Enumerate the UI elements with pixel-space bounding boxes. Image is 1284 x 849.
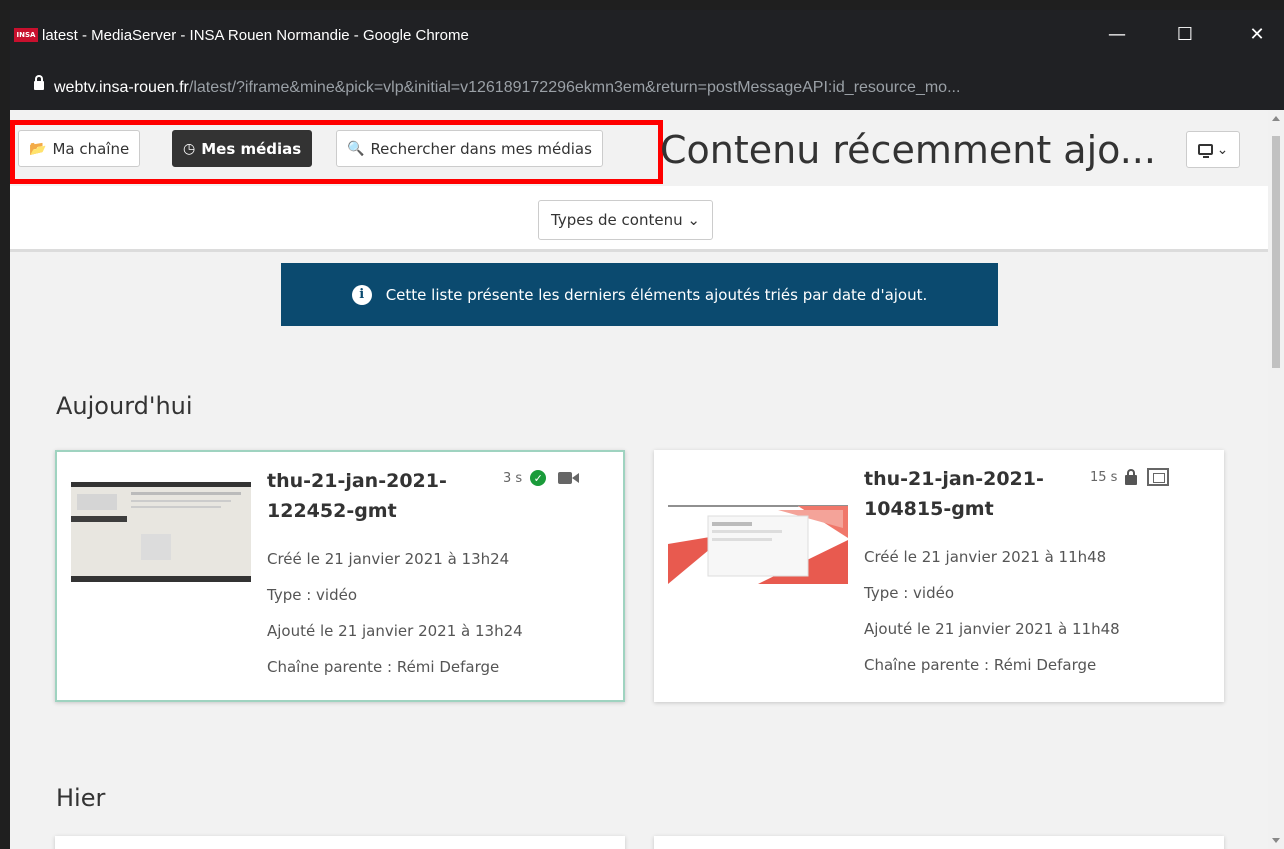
parent-channel: Chaîne parente : Rémi Defarge [267, 658, 500, 676]
duration-label: 3 s [503, 470, 523, 486]
browser-window: INSA latest - MediaServer - INSA Rouen N… [10, 10, 1284, 849]
page-content: 📂 Ma chaîne ◷ Mes médias 🔍 Rechercher da… [10, 110, 1268, 849]
insa-favicon: INSA [14, 28, 38, 42]
chevron-down-icon: ⌄ [1216, 141, 1229, 158]
added-date: Ajouté le 21 janvier 2021 à 11h48 [864, 620, 1120, 638]
maximize-button[interactable]: ☐ [1170, 22, 1200, 48]
display-mode-button[interactable]: ⌄ [1186, 131, 1240, 168]
media-badges: 3 s ✓ [503, 470, 580, 486]
lock-icon [34, 75, 44, 90]
video-camera-icon [558, 472, 580, 484]
close-button[interactable]: ✕ [1242, 22, 1272, 48]
url-path: /latest/?iframe&mine&pick=vlp&initial=v1… [188, 79, 961, 96]
media-title[interactable]: thu-21-jan-2021-122452-gmt [267, 466, 487, 526]
created-date: Créé le 21 janvier 2021 à 13h24 [267, 550, 510, 568]
media-card[interactable]: thu-21-jan-2021-122452-gmt 3 s ✓ Créé le… [55, 450, 625, 702]
video-thumbnail [71, 478, 251, 586]
address-bar[interactable]: webtv.insa-rouen.fr/latest/?iframe&mine&… [10, 70, 1284, 110]
filter-bar: Types de contenu ⌄ [10, 186, 1268, 252]
media-badges: 15 s [1090, 468, 1170, 486]
content-types-dropdown[interactable]: Types de contenu ⌄ [538, 200, 713, 240]
media-card[interactable] [654, 836, 1224, 849]
created-date: Créé le 21 janvier 2021 à 11h48 [864, 548, 1107, 566]
video-thumbnail [668, 476, 848, 584]
media-type: Type : vidéo [864, 584, 955, 602]
media-type: Type : vidéo [267, 586, 358, 604]
info-banner: i Cette liste présente les derniers élém… [281, 263, 998, 326]
scroll-down-arrow-icon[interactable] [1272, 838, 1280, 843]
media-title[interactable]: thu-21-jan-2021-104815-gmt [864, 464, 1084, 524]
scroll-up-arrow-icon[interactable] [1272, 116, 1280, 121]
monitor-icon [1197, 144, 1213, 158]
window-title: latest - MediaServer - INSA Rouen Norman… [42, 27, 469, 44]
top-toolbar: 📂 Ma chaîne ◷ Mes médias 🔍 Rechercher da… [10, 110, 1268, 186]
section-heading-yesterday: Hier [56, 784, 106, 812]
scroll-thumb[interactable] [1272, 136, 1280, 368]
parent-channel: Chaîne parente : Rémi Defarge [864, 656, 1097, 674]
screen-recording-icon [1147, 468, 1170, 486]
lock-icon [1125, 469, 1138, 485]
url-host: webtv.insa-rouen.fr [54, 79, 189, 96]
url-text[interactable]: webtv.insa-rouen.fr/latest/?iframe&mine&… [54, 79, 960, 97]
media-card[interactable]: thu-21-jan-2021-104815-gmt 15 s Créé le … [654, 450, 1224, 702]
title-bar: INSA latest - MediaServer - INSA Rouen N… [10, 10, 1284, 70]
highlight-frame [10, 120, 663, 184]
duration-label: 15 s [1090, 469, 1118, 485]
vertical-scrollbar[interactable] [1268, 110, 1284, 849]
info-icon: i [351, 284, 372, 305]
added-date: Ajouté le 21 janvier 2021 à 13h24 [267, 622, 523, 640]
section-heading-today: Aujourd'hui [56, 392, 193, 420]
check-circle-icon: ✓ [530, 470, 547, 486]
info-message: Cette liste présente les derniers élémen… [385, 285, 928, 304]
page-title: Contenu récemment ajo... [660, 128, 1156, 172]
media-card[interactable] [55, 836, 625, 849]
minimize-button[interactable]: — [1102, 22, 1132, 48]
